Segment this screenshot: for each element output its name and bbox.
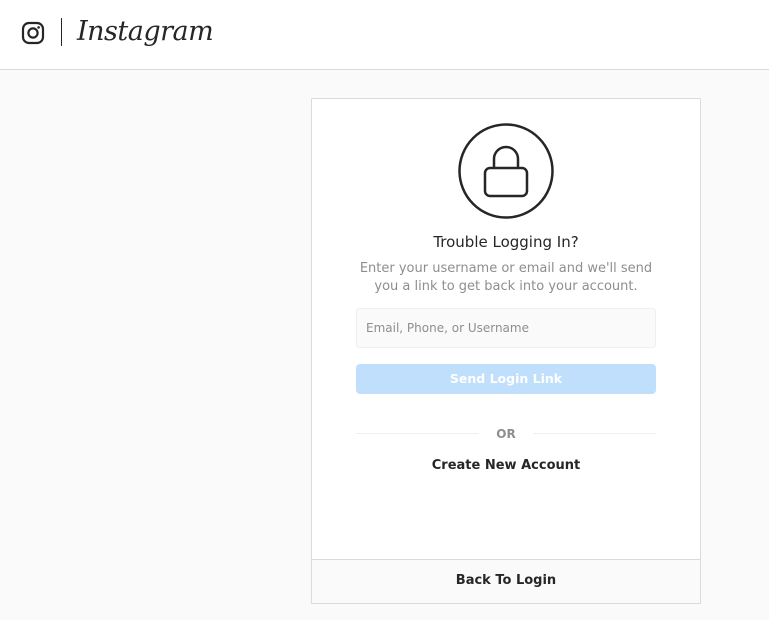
instructions-text: Enter your username or email and we'll s… xyxy=(359,261,653,294)
email-phone-username-input[interactable] xyxy=(356,308,656,348)
instagram-wordmark[interactable]: Instagram xyxy=(77,12,214,52)
or-separator: OR xyxy=(356,425,656,443)
top-header: Instagram xyxy=(0,0,769,70)
back-to-login-link[interactable]: Back To Login xyxy=(312,559,700,603)
send-login-link-button[interactable]: Send Login Link xyxy=(356,364,656,394)
create-new-account-link[interactable]: Create New Account xyxy=(312,456,700,476)
page-title: Trouble Logging In? xyxy=(433,233,579,251)
instagram-glyph-icon[interactable] xyxy=(21,21,45,45)
or-divider-right xyxy=(533,433,656,434)
header-divider xyxy=(61,18,62,46)
lock-icon xyxy=(458,123,554,219)
or-label: OR xyxy=(496,427,516,441)
reset-password-card: Trouble Logging In? Enter your username … xyxy=(311,98,701,604)
